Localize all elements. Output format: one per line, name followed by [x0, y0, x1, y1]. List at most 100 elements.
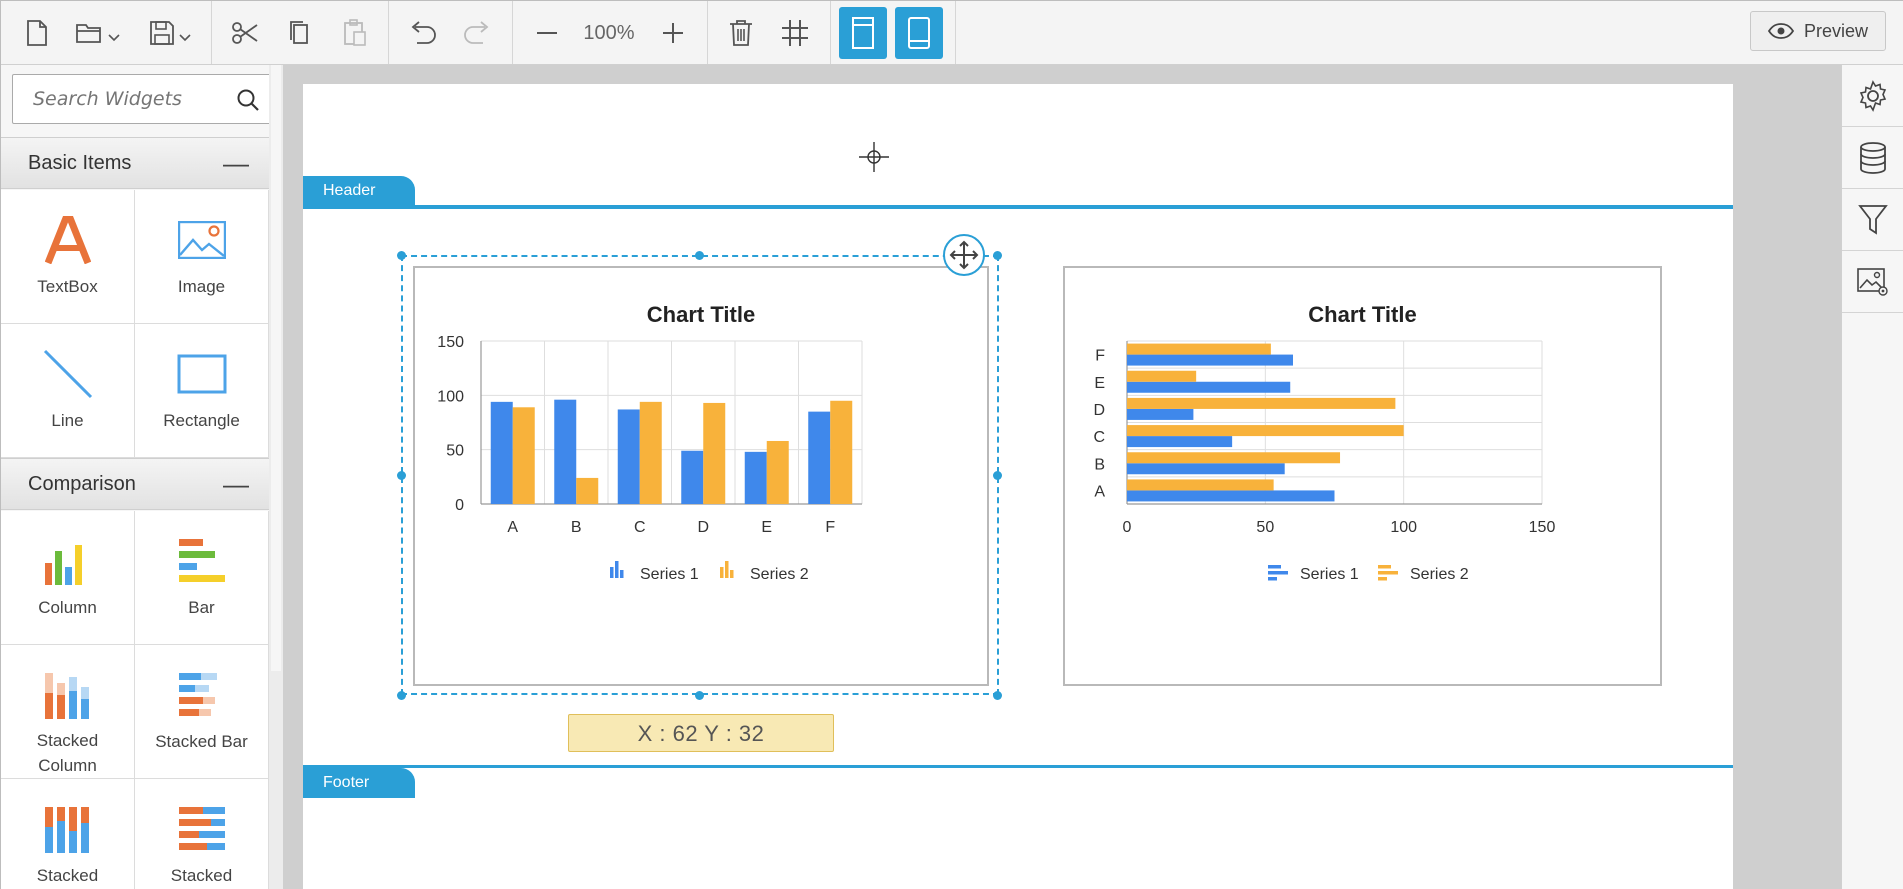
move-handle[interactable]: [943, 234, 985, 276]
bar-chart-widget[interactable]: Chart Title 0 50 100 150 A B C D E F Series 1 Serie…: [1063, 266, 1662, 686]
bar-series-1: [1127, 490, 1335, 502]
data-source-button[interactable]: [1842, 127, 1903, 189]
scrollbar-thumb[interactable]: [271, 65, 281, 671]
resize-handle-bottom-left[interactable]: [397, 691, 406, 700]
stacked-bar-icon: [177, 669, 227, 721]
collapse-icon[interactable]: —: [223, 469, 249, 500]
y-tick-label: E: [1094, 375, 1105, 392]
toolbar-divider: [512, 1, 513, 64]
zoom-level: 100%: [583, 22, 635, 44]
bar-chart: 0 50 100 150 ABCDEF Series 1 Series 2: [1093, 340, 1556, 583]
widget-stacked-100-column[interactable]: Stacked: [1, 779, 135, 889]
report-page[interactable]: Header Chart Title 0 50 100 150 A B C D E F Series…: [303, 84, 1733, 889]
resize-handle-bottom[interactable]: [695, 691, 704, 700]
section-title: Comparison: [28, 472, 136, 495]
coordinates-tooltip: X : 62 Y : 32: [568, 714, 834, 752]
bar-series-2: [1127, 452, 1341, 464]
mobile-layout-icon: [908, 17, 930, 49]
footer-band-tab[interactable]: Footer: [303, 768, 415, 798]
y-tick-label: D: [1093, 402, 1105, 419]
designer-window: 100% Preview Basic Items: [0, 0, 1903, 889]
new-file-icon[interactable]: [19, 13, 55, 53]
widget-panel-scrollbar[interactable]: [269, 65, 283, 889]
collapse-icon[interactable]: —: [223, 148, 249, 179]
widget-label: Image: [177, 277, 226, 296]
resize-handle-top[interactable]: [695, 251, 704, 260]
zoom-out-icon[interactable]: [529, 13, 565, 53]
textbox-icon: [44, 214, 91, 266]
widget-label: Stacked: [36, 866, 99, 885]
widget-label: Line: [51, 411, 84, 430]
section-comparison[interactable]: Comparison —: [1, 458, 269, 510]
resize-handle-bottom-right[interactable]: [993, 691, 1002, 700]
crosshair-icon: [859, 142, 889, 172]
legend-label: Series 1: [1300, 566, 1359, 583]
search-icon[interactable]: [236, 88, 260, 112]
widget-label: Stacked: [170, 866, 233, 885]
widget-label: Stacked Bar: [155, 732, 248, 751]
database-icon: [1860, 141, 1886, 174]
resize-handle-left[interactable]: [397, 471, 406, 480]
widget-panel: Basic Items — TextBox Image Line Rect: [1, 65, 283, 889]
section-basic-items[interactable]: Basic Items —: [1, 137, 269, 189]
page-layout-icon: [852, 17, 874, 49]
filter-button[interactable]: [1842, 189, 1903, 251]
bar-series-2: [1127, 479, 1274, 491]
widget-rectangle[interactable]: Rectangle: [135, 324, 269, 458]
delete-icon[interactable]: [723, 13, 759, 53]
properties-panel: [1841, 65, 1903, 889]
widget-textbox[interactable]: TextBox: [1, 190, 135, 324]
x-tick-label: 100: [1390, 519, 1417, 536]
widget-stacked-100-bar[interactable]: Stacked: [135, 779, 269, 889]
open-folder-icon[interactable]: [71, 13, 125, 53]
widget-bar[interactable]: Bar: [135, 511, 269, 645]
x-tick-label: 0: [1123, 519, 1132, 536]
widget-column[interactable]: Column: [1, 511, 135, 645]
y-tick-label: F: [1095, 348, 1105, 365]
column-chart-icon: [43, 535, 93, 587]
image-settings-icon: [1857, 267, 1888, 296]
y-tick-label: A: [1094, 483, 1105, 500]
mobile-layout-button[interactable]: [895, 7, 943, 59]
x-tick-label: 150: [1529, 519, 1556, 536]
bar-series-1: [1127, 463, 1285, 475]
grid-icon[interactable]: [777, 13, 813, 53]
bar-series-1: [1127, 381, 1291, 393]
widget-label: TextBox: [37, 277, 98, 296]
undo-icon[interactable]: [405, 13, 441, 53]
section-title: Basic Items: [28, 151, 132, 174]
widget-label: Bar: [188, 598, 215, 617]
legend-icon: [1378, 577, 1387, 581]
footer-band-line: [303, 765, 1733, 768]
toolbar-divider: [955, 1, 956, 64]
bar-series-2: [1127, 397, 1396, 409]
preview-label: Preview: [1803, 20, 1869, 41]
widget-label: Rectangle: [163, 411, 240, 430]
cut-icon[interactable]: [227, 13, 263, 53]
search-input[interactable]: [13, 88, 223, 110]
widget-line[interactable]: Line: [1, 324, 135, 458]
stacked-100-bar-icon: [177, 803, 227, 855]
copy-icon[interactable]: [281, 13, 317, 53]
resize-handle-top-right[interactable]: [993, 251, 1002, 260]
legend-icon: [1378, 565, 1391, 569]
toolbar-divider: [830, 1, 831, 64]
header-band-line: [303, 205, 1733, 209]
widget-stacked-column[interactable]: Stacked Column: [1, 645, 135, 779]
line-icon: [43, 348, 93, 400]
resize-handle-right[interactable]: [993, 471, 1002, 480]
settings-button[interactable]: [1842, 65, 1903, 127]
stacked-column-icon: [43, 669, 93, 720]
widget-stacked-bar[interactable]: Stacked Bar: [135, 645, 269, 779]
legend-label: Series 2: [1410, 566, 1469, 583]
zoom-in-icon[interactable]: [655, 13, 691, 53]
image-manager-button[interactable]: [1842, 251, 1903, 313]
header-band-tab[interactable]: Header: [303, 176, 415, 206]
bar-chart-icon: [177, 535, 227, 587]
preview-button[interactable]: Preview: [1750, 11, 1886, 51]
resize-handle-top-left[interactable]: [397, 251, 406, 260]
desktop-layout-button[interactable]: [839, 7, 887, 59]
save-icon[interactable]: [143, 13, 197, 53]
widget-image[interactable]: Image: [135, 190, 269, 324]
legend-icon: [1268, 577, 1277, 581]
